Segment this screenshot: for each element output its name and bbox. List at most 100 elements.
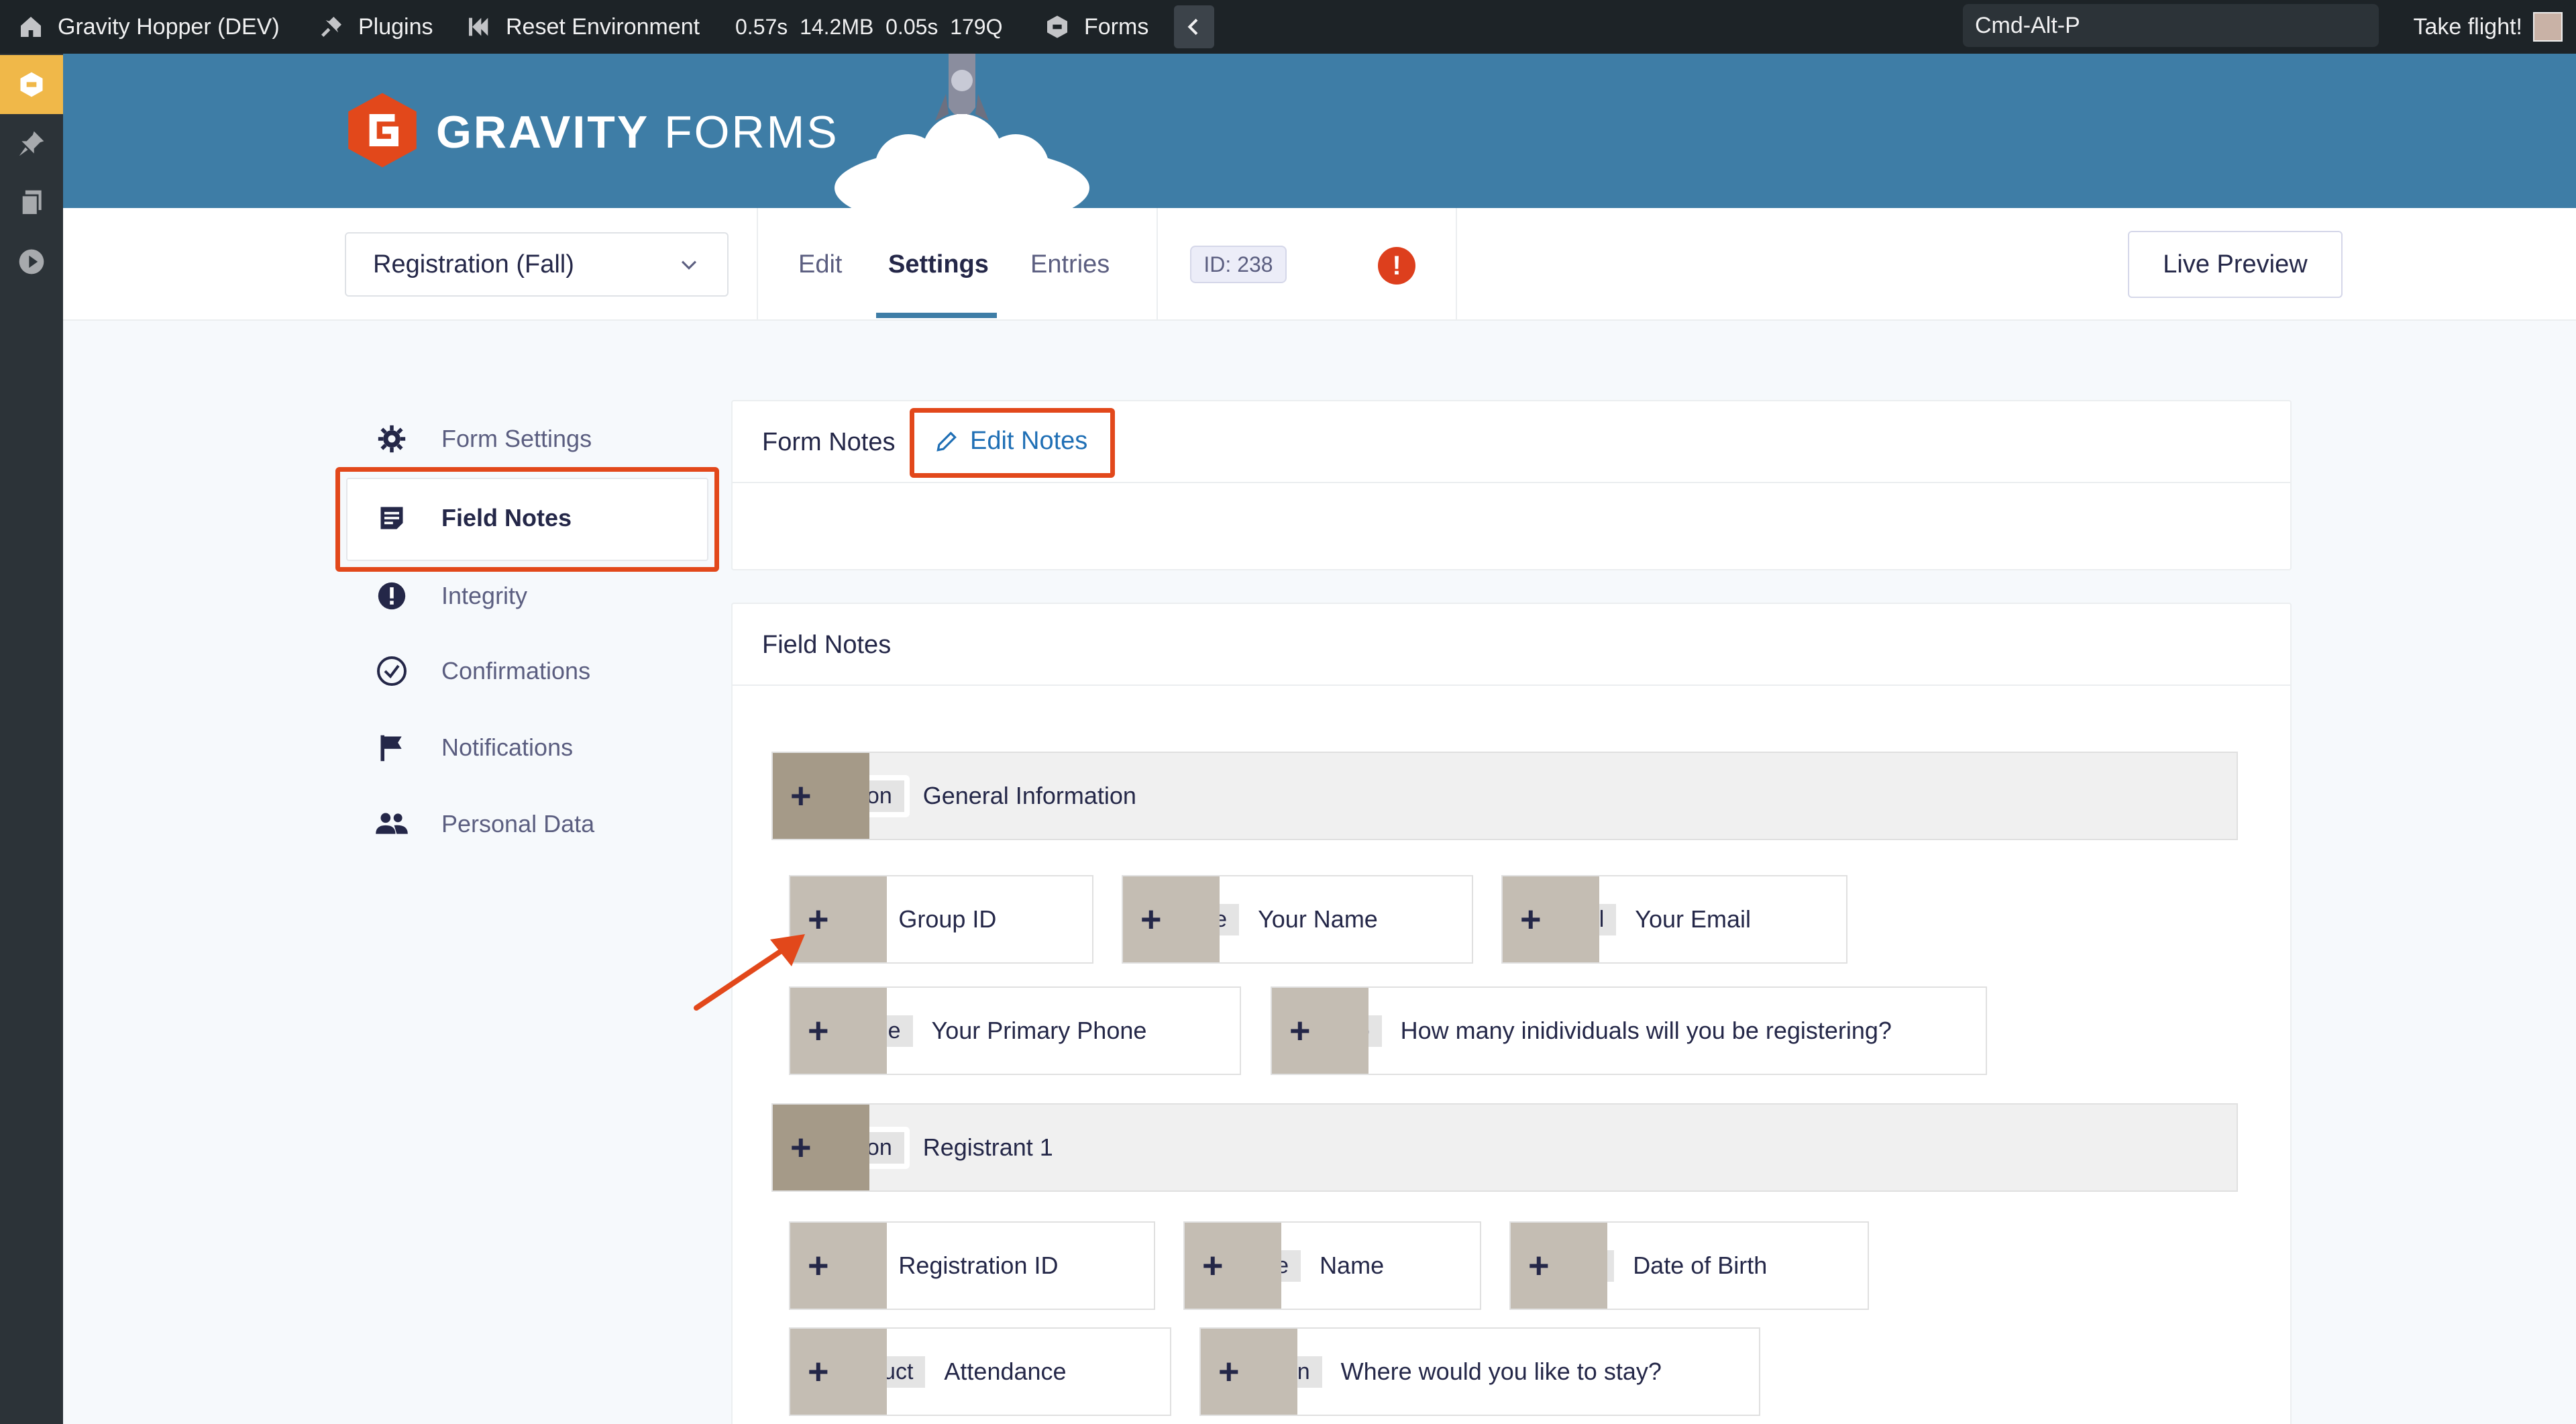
users-icon	[372, 804, 412, 844]
query-monitor-stats[interactable]: 0.57s 14.2MB 0.05s 179Q	[735, 0, 1002, 54]
settings-nav-label: Notifications	[441, 733, 574, 761]
section-row[interactable]: + section Registrant 1	[771, 1103, 2238, 1192]
gravity-forms-icon	[1047, 15, 1067, 38]
greeting: Take flight!	[2413, 13, 2522, 40]
form-switcher-select[interactable]: Registration (Fall)	[345, 232, 729, 297]
site-name-link[interactable]: Gravity Hopper (DEV)	[17, 0, 280, 54]
menu-item-pages[interactable]	[0, 173, 63, 232]
menu-item-media[interactable]	[0, 232, 63, 291]
exclamation-circle-icon	[372, 576, 412, 616]
stat-memory: 14.2MB	[800, 14, 874, 39]
plug-icon	[321, 17, 341, 37]
admin-bar: Gravity Hopper (DEV) Plugins Reset Envir…	[0, 0, 2576, 54]
section-label: General Information	[922, 782, 1136, 809]
field-label: Where would you like to stay?	[1340, 1358, 1662, 1385]
rocket-cloud-icon	[835, 54, 1089, 208]
gravity-forms-logo-icon	[348, 93, 417, 168]
field-note-item[interactable]: + radio How many inidividuals will you b…	[1271, 986, 1987, 1075]
stat-time: 0.57s	[735, 14, 788, 39]
section-row[interactable]: + section General Information	[771, 752, 2238, 840]
tab-entries[interactable]: Entries	[1030, 208, 1110, 321]
logo-wordmark: GRAVITY FORMS	[436, 107, 839, 158]
field-label: Your Primary Phone	[931, 1017, 1147, 1044]
forms-label: Forms	[1084, 13, 1149, 40]
reset-label: Reset Environment	[506, 13, 700, 40]
settings-nav-label: Personal Data	[441, 810, 595, 837]
annotation-arrow-icon	[694, 934, 805, 1011]
field-label: Your Name	[1258, 905, 1378, 933]
settings-nav-label: Field Notes	[441, 504, 572, 531]
settings-nav-notifications[interactable]: Notifications	[372, 727, 573, 768]
live-preview-button[interactable]: Live Preview	[2128, 231, 2343, 298]
settings-nav-form-settings[interactable]: Form Settings	[372, 419, 592, 459]
avatar	[2533, 12, 2563, 42]
plus-icon[interactable]: +	[1528, 1248, 1550, 1284]
field-note-item[interactable]: + phone Your Primary Phone	[789, 986, 1241, 1075]
plus-icon[interactable]: +	[808, 1013, 829, 1049]
menu-item-forms[interactable]	[0, 55, 63, 114]
plus-icon[interactable]: +	[1218, 1354, 1240, 1390]
my-account[interactable]: Take flight!	[2413, 0, 2563, 54]
edit-notes-link[interactable]: Edit Notes	[934, 427, 1087, 456]
plus-icon[interactable]: +	[790, 778, 812, 814]
field-note-item[interactable]: + name Your Name	[1122, 875, 1473, 964]
edit-notes-label: Edit Notes	[970, 427, 1088, 455]
field-notes-title: Field Notes	[762, 631, 892, 659]
plus-icon[interactable]: +	[808, 1354, 829, 1390]
chevron-down-icon	[681, 260, 697, 270]
plus-icon[interactable]: +	[1140, 901, 1162, 937]
plugins-link[interactable]: Plugins	[318, 0, 433, 54]
plus-icon[interactable]: +	[1289, 1013, 1311, 1049]
field-label: How many inidividuals will you be regist…	[1400, 1017, 1892, 1044]
field-label: Your Email	[1635, 905, 1752, 933]
menu-item-posts[interactable]	[0, 114, 63, 173]
home-icon	[21, 17, 41, 37]
pages-icon	[20, 190, 42, 216]
settings-nav-label: Form Settings	[441, 425, 592, 452]
field-note-item[interactable]: + uid Registration ID	[789, 1221, 1155, 1310]
tab-edit[interactable]: Edit	[798, 208, 842, 321]
field-label: Group ID	[898, 905, 997, 933]
rewind-icon	[469, 17, 488, 36]
stat-queries: 179Q	[950, 14, 1003, 39]
field-note-item[interactable]: + name Name	[1183, 1221, 1481, 1310]
stat-db-time: 0.05s	[885, 14, 938, 39]
alert-icon[interactable]: !	[1378, 247, 1415, 285]
settings-nav-field-notes[interactable]: Field Notes	[372, 498, 572, 538]
collapse-button[interactable]	[1174, 5, 1214, 48]
field-note-item[interactable]: + email Your Email	[1501, 875, 1847, 964]
settings-nav-confirmations[interactable]: Confirmations	[372, 651, 590, 691]
flag-icon	[372, 727, 412, 768]
field-label: Attendance	[944, 1358, 1067, 1385]
field-note-item[interactable]: + option Where would you like to stay?	[1199, 1327, 1760, 1416]
gear-icon	[372, 419, 412, 459]
tab-settings[interactable]: Settings	[888, 208, 989, 321]
settings-nav-label: Integrity	[441, 582, 528, 609]
pin-icon	[19, 131, 44, 156]
gravity-forms-header: GRAVITY FORMS	[63, 54, 2576, 208]
gravity-forms-icon	[20, 72, 43, 97]
form-notes-title: Form Notes	[762, 428, 896, 456]
plus-icon[interactable]: +	[808, 1248, 829, 1284]
play-circle-icon	[19, 249, 44, 274]
pencil-icon	[936, 431, 957, 452]
field-note-item[interactable]: + product Attendance	[789, 1327, 1171, 1416]
forms-link[interactable]: Forms	[1044, 0, 1148, 54]
field-label: Registration ID	[898, 1252, 1059, 1279]
field-note-item[interactable]: + uid Group ID	[789, 875, 1093, 964]
plus-icon[interactable]: +	[790, 1129, 812, 1166]
settings-nav-personal-data[interactable]: Personal Data	[372, 804, 594, 844]
command-palette-input[interactable]	[1963, 4, 2379, 47]
plus-icon[interactable]: +	[1202, 1248, 1224, 1284]
admin-menu	[0, 54, 63, 1424]
reset-environment-link[interactable]: Reset Environment	[466, 0, 700, 54]
chevron-left-icon	[1187, 18, 1198, 36]
field-note-item[interactable]: + date Date of Birth	[1509, 1221, 1869, 1310]
form-id-badge: ID: 238	[1190, 246, 1287, 283]
field-label: Name	[1320, 1252, 1385, 1279]
section-label: Registrant 1	[922, 1133, 1053, 1161]
form-switcher-value: Registration (Fall)	[373, 250, 574, 278]
plus-icon[interactable]: +	[1520, 901, 1542, 937]
form-toolbar: Registration (Fall) Edit Settings Entrie…	[63, 208, 2576, 321]
settings-nav-integrity[interactable]: Integrity	[372, 576, 527, 616]
